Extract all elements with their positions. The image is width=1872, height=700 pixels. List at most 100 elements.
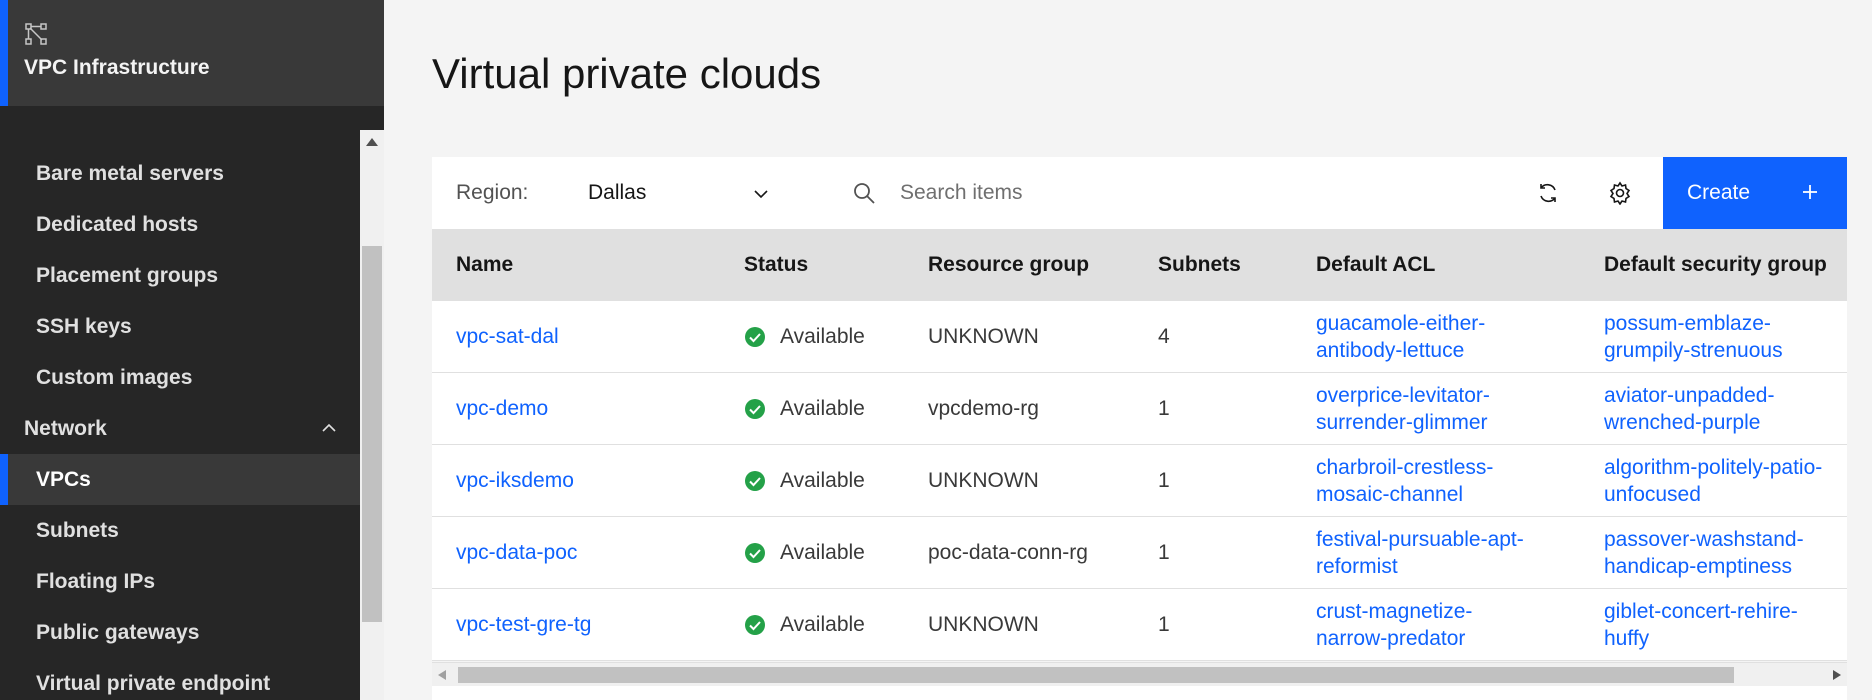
refresh-button[interactable]	[1530, 175, 1566, 211]
default-security-group-link[interactable]: algorithm-politely-patio-unfocused	[1604, 445, 1822, 517]
sidebar-item-label: Virtual private endpoint	[36, 671, 271, 695]
security-group-line: aviator-unpadded-	[1604, 384, 1775, 407]
default-acl-link[interactable]: festival-pursuable-apt-reformist	[1316, 517, 1524, 589]
subnets-count-cell: 1	[1158, 397, 1170, 420]
column-header-default-acl[interactable]: Default ACL	[1316, 229, 1435, 301]
search-icon	[854, 183, 875, 204]
table-scroll-thumb[interactable]	[458, 667, 1734, 683]
create-button[interactable]: Create	[1663, 157, 1847, 229]
security-group-line: handicap-emptiness	[1604, 555, 1792, 578]
column-header-name[interactable]: Name	[456, 229, 513, 301]
sidebar-scrollbar[interactable]	[360, 130, 384, 700]
search-input[interactable]	[900, 175, 1460, 211]
sidebar-scroll-thumb[interactable]	[362, 246, 382, 622]
region-dropdown[interactable]: Dallas	[588, 177, 778, 209]
table-footer	[432, 686, 1847, 700]
default-acl-line: guacamole-either-	[1316, 312, 1486, 335]
default-acl-line: mosaic-channel	[1316, 483, 1464, 506]
sidebar-item-label: Floating IPs	[36, 569, 156, 593]
sidebar-item-placement-groups[interactable]: Placement groups	[0, 250, 360, 301]
create-button-label: Create	[1687, 181, 1751, 204]
table-header: Name Status Resource group Subnets Defau…	[432, 229, 1847, 301]
scroll-right-arrow-icon[interactable]	[1831, 669, 1843, 681]
default-acl-link[interactable]: guacamole-either-antibody-lettuce	[1316, 301, 1485, 373]
sidebar-item-bare-metal-servers[interactable]: Bare metal servers	[0, 148, 360, 199]
default-acl-line: narrow-predator	[1316, 627, 1466, 650]
subnets-count-cell: 4	[1158, 325, 1170, 348]
sidebar-item-ssh-keys[interactable]: SSH keys	[0, 301, 360, 352]
default-security-group-link[interactable]: possum-emblaze-grumpily-strenuous	[1604, 301, 1783, 373]
sidebar-section-label: Network	[24, 416, 107, 440]
region-label: Region:	[456, 181, 529, 204]
resource-group-cell: poc-data-conn-rg	[928, 541, 1088, 564]
default-acl-link[interactable]: crust-magnetize-narrow-predator	[1316, 589, 1472, 661]
sidebar-item-custom-images[interactable]: Custom images	[0, 352, 360, 403]
chevron-down-icon[interactable]	[752, 185, 770, 203]
status-text: Available	[780, 469, 865, 492]
resource-group-cell: UNKNOWN	[928, 613, 1039, 636]
sidebar-item-label: SSH keys	[36, 314, 132, 338]
scroll-up-arrow-icon[interactable]	[360, 130, 384, 154]
settings-button[interactable]	[1602, 175, 1638, 211]
resource-group-cell: UNKNOWN	[928, 325, 1039, 348]
gear-icon	[1609, 181, 1631, 205]
default-acl-link[interactable]: overprice-levitator-surrender-glimmer	[1316, 373, 1490, 445]
sidebar-item-label: Public gateways	[36, 620, 200, 644]
resource-group-cell: UNKNOWN	[928, 469, 1039, 492]
sidebar: VPC Infrastructure Bare metal servers De…	[0, 0, 384, 700]
table-toolbar: Region: Dallas Create	[432, 157, 1847, 229]
table-row: vpc-iksdemo Available UNKNOWN 1 charbroi…	[432, 445, 1847, 517]
column-header-resource-group[interactable]: Resource group	[928, 229, 1089, 301]
sidebar-item-dedicated-hosts[interactable]: Dedicated hosts	[0, 199, 360, 250]
table-horizontal-scrollbar[interactable]	[432, 662, 1847, 686]
sidebar-item-public-gateways[interactable]: Public gateways	[0, 607, 360, 658]
sidebar-item-label: Bare metal servers	[36, 161, 224, 185]
page-title: Virtual private clouds	[432, 50, 822, 97]
app-title: VPC Infrastructure	[24, 56, 210, 79]
scroll-left-arrow-icon[interactable]	[436, 669, 448, 681]
status-text: Available	[780, 613, 865, 636]
status-cell: Available	[744, 445, 865, 517]
sidebar-item-vpcs[interactable]: VPCs	[0, 454, 360, 505]
vpc-network-icon	[25, 23, 47, 45]
subnets-count-cell: 1	[1158, 541, 1170, 564]
checkmark-filled-icon	[745, 399, 765, 419]
sidebar-item-floating-ips[interactable]: Floating IPs	[0, 556, 360, 607]
refresh-icon	[1540, 183, 1556, 203]
default-acl-link[interactable]: charbroil-crestless-mosaic-channel	[1316, 445, 1493, 517]
default-security-group-link[interactable]: giblet-concert-rehire-huffy	[1604, 589, 1798, 661]
sidebar-item-label: Custom images	[36, 365, 193, 389]
checkmark-filled-icon	[745, 471, 765, 491]
sidebar-section-network[interactable]: Network	[0, 403, 360, 454]
column-header-status[interactable]: Status	[744, 229, 808, 301]
sidebar-item-subnets[interactable]: Subnets	[0, 505, 360, 556]
vpc-name-link[interactable]: vpc-data-poc	[456, 517, 577, 589]
table-row: vpc-sat-dal Available UNKNOWN 4 guacamol…	[432, 301, 1847, 373]
default-security-group-link[interactable]: aviator-unpadded-wrenched-purple	[1604, 373, 1774, 445]
default-acl-line: festival-pursuable-apt-	[1316, 528, 1524, 551]
status-cell: Available	[744, 589, 865, 661]
vpc-name-link[interactable]: vpc-test-gre-tg	[456, 589, 591, 661]
vpc-name-link[interactable]: vpc-sat-dal	[456, 301, 559, 373]
security-group-line: possum-emblaze-	[1604, 312, 1771, 335]
checkmark-filled-icon	[745, 615, 765, 635]
table-row: vpc-demo Available vpcdemo-rg 1 overpric…	[432, 373, 1847, 445]
plus-icon	[1803, 185, 1817, 199]
default-security-group-link[interactable]: passover-washstand-handicap-emptiness	[1604, 517, 1804, 589]
security-group-line: wrenched-purple	[1604, 411, 1761, 434]
security-group-line: grumpily-strenuous	[1604, 339, 1783, 362]
default-acl-line: overprice-levitator-	[1316, 384, 1490, 407]
vpc-name-link[interactable]: vpc-iksdemo	[456, 445, 574, 517]
sidebar-item-label: Dedicated hosts	[36, 212, 199, 236]
sidebar-item-virtual-private-endpoint[interactable]: Virtual private endpoint	[0, 658, 360, 700]
default-acl-line: reformist	[1316, 555, 1398, 578]
status-cell: Available	[744, 373, 865, 445]
security-group-line: unfocused	[1604, 483, 1701, 506]
column-header-default-security-group[interactable]: Default security group	[1604, 229, 1827, 301]
header-accent	[0, 0, 8, 106]
security-group-line: passover-washstand-	[1604, 528, 1804, 551]
vpc-name-link[interactable]: vpc-demo	[456, 373, 548, 445]
security-group-line: huffy	[1604, 627, 1650, 650]
column-header-subnets[interactable]: Subnets	[1158, 229, 1241, 301]
side-nav: Bare metal servers Dedicated hosts Place…	[0, 130, 360, 700]
